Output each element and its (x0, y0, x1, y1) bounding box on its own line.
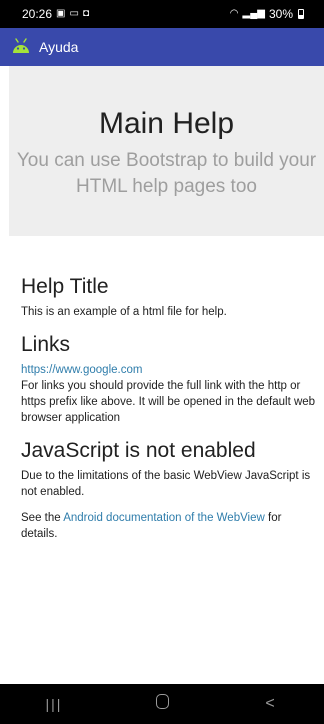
help-content: Help Title This is an example of a html … (21, 274, 317, 542)
signal-icon: ▂▄▆ (242, 8, 265, 19)
navigation-bar: ||| < (0, 684, 324, 724)
recents-button[interactable]: ||| (24, 696, 84, 712)
app-title: Ayuda (39, 39, 79, 55)
battery-icon (298, 9, 304, 19)
status-bar: 20:26 ▣ ▭ ◘ ◠ ▂▄▆ 30% (0, 0, 324, 28)
javascript-text: Due to the limitations of the basic WebV… (21, 470, 311, 498)
link-paragraph: https://www.google.com (21, 362, 317, 378)
links-heading: Links (21, 333, 71, 356)
links-text: For links you should provide the full li… (21, 380, 316, 424)
status-left: 20:26 ▣ ▭ ◘ (22, 7, 89, 21)
webview-docs-link[interactable]: Android documentation of the WebView (63, 512, 265, 524)
cast-icon: ▭ (69, 8, 79, 19)
wifi-icon: ◠ (229, 8, 239, 19)
android-icon (13, 38, 29, 53)
notification-icon: ◘ (82, 8, 89, 19)
page-title: Main Help (98, 107, 235, 140)
jumbotron: Main Help You can use Bootstrap to build… (9, 66, 324, 236)
status-right: ◠ ▂▄▆ 30% (230, 7, 304, 21)
google-link[interactable]: https://www.google.com (21, 364, 142, 376)
see-prefix: See the (21, 512, 64, 524)
page-lead: You can use Bootstrap to build your HTML… (16, 150, 317, 197)
back-button[interactable]: < (240, 695, 300, 713)
home-button[interactable] (132, 694, 192, 714)
help-title-heading: Help Title (21, 275, 109, 298)
app-bar: Ayuda (0, 28, 324, 66)
help-text: This is an example of a html file for he… (21, 306, 227, 318)
image-icon: ▣ (56, 8, 66, 19)
home-icon (155, 694, 169, 709)
javascript-heading: JavaScript is not enabled (21, 439, 256, 462)
battery-level: 30% (268, 7, 293, 21)
see-docs-paragraph: See the Android documentation of the Web… (21, 510, 317, 542)
status-time: 20:26 (22, 7, 53, 21)
